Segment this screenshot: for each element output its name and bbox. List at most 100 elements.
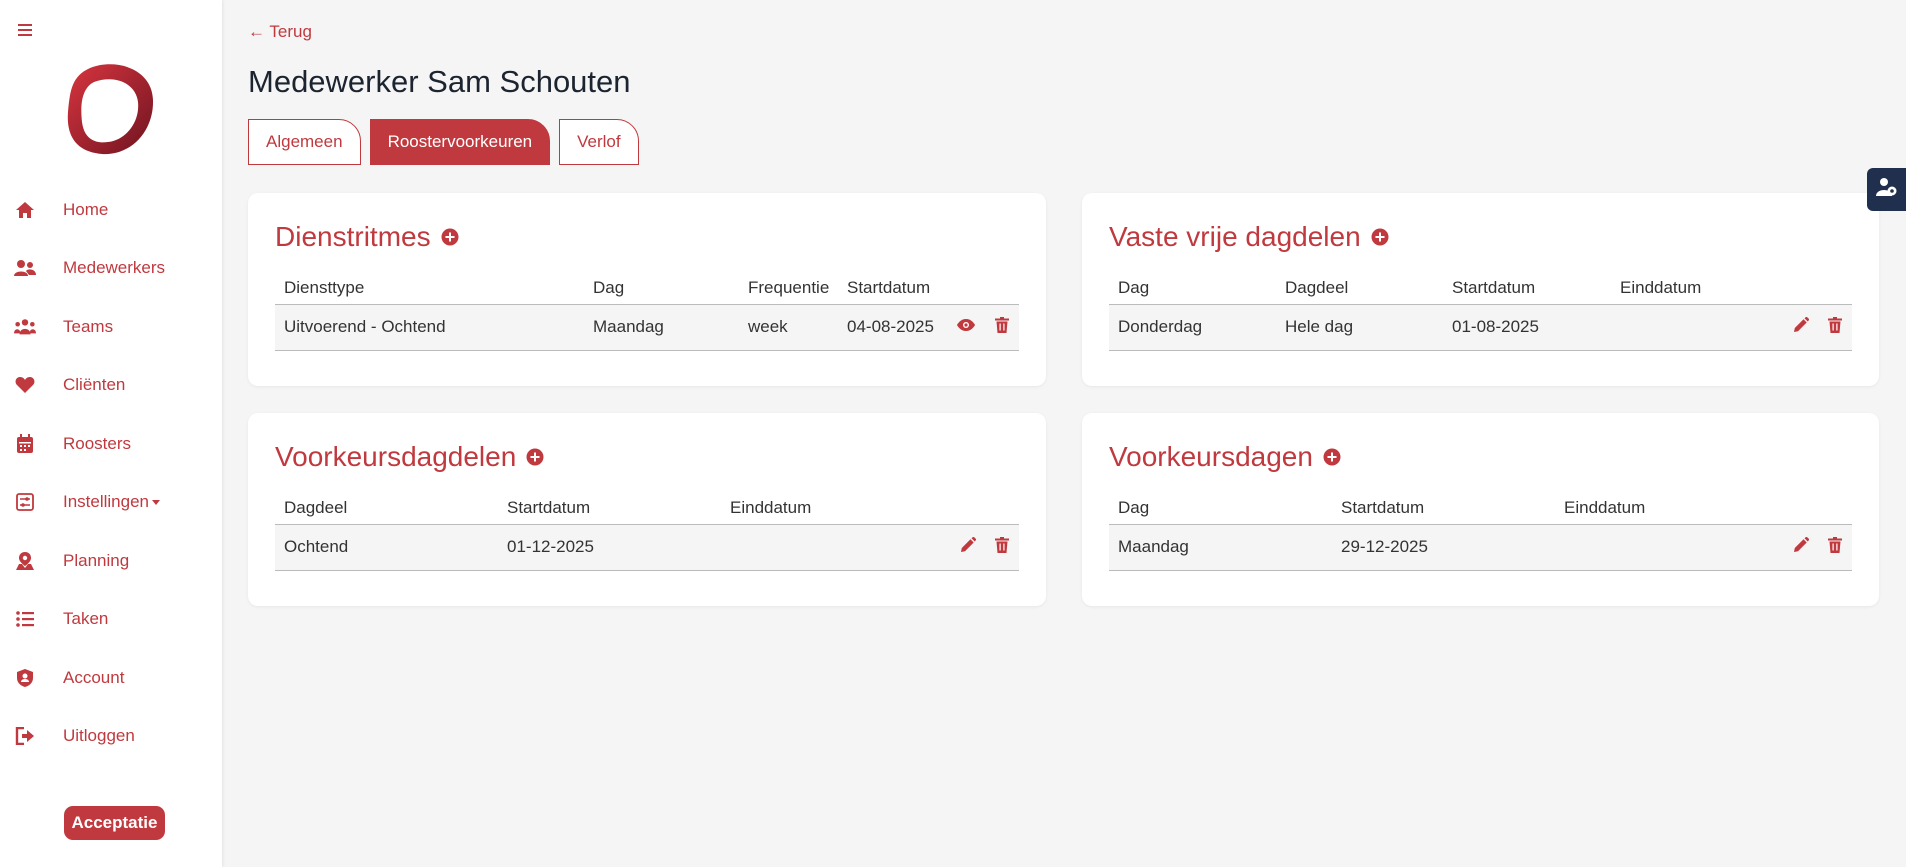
table-cell: 04-08-2025 bbox=[847, 317, 934, 336]
card-voorkeursdagen: Voorkeursdagen Dag Startdatum Einddatum … bbox=[1082, 413, 1879, 606]
row-actions bbox=[956, 317, 1009, 333]
sidebar-item-home[interactable]: Home bbox=[0, 188, 222, 232]
logout-icon bbox=[14, 725, 36, 747]
page-title: Medewerker Sam Schouten bbox=[248, 64, 631, 99]
table-header: Dag Dagdeel Startdatum Einddatum bbox=[1109, 273, 1852, 305]
sidebar-item-uitloggen[interactable]: Uitloggen bbox=[0, 714, 222, 758]
column-header: Dag bbox=[1118, 278, 1150, 297]
column-header: Startdatum bbox=[1341, 498, 1425, 517]
table-row: Donderdag Hele dag 01-08-2025 bbox=[1109, 305, 1852, 351]
pencil-icon[interactable] bbox=[1793, 537, 1809, 553]
add-circle-icon[interactable] bbox=[441, 228, 459, 246]
app-logo bbox=[60, 60, 160, 160]
sidebar-item-medewerkers[interactable]: Medewerkers bbox=[0, 246, 222, 290]
tab-bar: Algemeen Roostervoorkeuren Verlof bbox=[248, 119, 639, 165]
sidebar-item-clienten[interactable]: Cliënten bbox=[0, 363, 222, 407]
sidebar-item-label: Taken bbox=[63, 609, 109, 628]
map-pin-icon bbox=[14, 550, 36, 572]
sidebar-item-roosters[interactable]: Roosters bbox=[0, 422, 222, 466]
hamburger-menu-icon[interactable] bbox=[18, 24, 32, 36]
table-cell: Maandag bbox=[593, 317, 664, 336]
tab-verlof[interactable]: Verlof bbox=[559, 119, 639, 165]
column-header: Einddatum bbox=[1564, 498, 1646, 517]
table-cell: Maandag bbox=[1118, 537, 1189, 556]
sidebar-item-teams[interactable]: Teams bbox=[0, 305, 222, 349]
trash-icon[interactable] bbox=[995, 537, 1009, 553]
pencil-icon[interactable] bbox=[1793, 317, 1809, 333]
table-row: Ochtend 01-12-2025 bbox=[275, 525, 1019, 571]
column-header: Startdatum bbox=[507, 498, 591, 517]
column-header: Startdatum bbox=[847, 278, 931, 297]
sidebar-item-label: Medewerkers bbox=[63, 258, 166, 277]
user-settings-float-button[interactable] bbox=[1867, 168, 1906, 211]
table: Dag Dagdeel Startdatum Einddatum Donderd… bbox=[1109, 273, 1852, 351]
users-icon bbox=[14, 257, 36, 279]
table-cell: week bbox=[748, 317, 788, 336]
sidebar-item-label: Home bbox=[63, 200, 109, 219]
tab-roostervoorkeuren[interactable]: Roostervoorkeuren bbox=[369, 119, 551, 165]
tab-algemeen[interactable]: Algemeen bbox=[248, 119, 361, 165]
table-cell: 01-08-2025 bbox=[1452, 317, 1539, 336]
sidebar-item-instellingen[interactable]: Instellingen bbox=[0, 480, 222, 524]
table-row: Maandag 29-12-2025 bbox=[1109, 525, 1852, 571]
table-header: Diensttype Dag Frequentie Startdatum bbox=[275, 273, 1019, 305]
home-icon bbox=[14, 199, 36, 221]
row-actions bbox=[1793, 537, 1842, 553]
trash-icon[interactable] bbox=[1828, 537, 1842, 553]
table-header: Dagdeel Startdatum Einddatum bbox=[275, 493, 1019, 525]
table-cell: 29-12-2025 bbox=[1341, 537, 1428, 556]
column-header: Dag bbox=[593, 278, 625, 297]
row-actions bbox=[1793, 317, 1842, 333]
add-circle-icon[interactable] bbox=[1323, 448, 1341, 466]
back-link[interactable]: ← Terug bbox=[248, 22, 312, 42]
card-title: Voorkeursdagdelen bbox=[275, 441, 544, 473]
table-cell: Ochtend bbox=[284, 537, 349, 556]
table-cell: Hele dag bbox=[1285, 317, 1354, 336]
add-circle-icon[interactable] bbox=[1371, 228, 1389, 246]
table-cell: 01-12-2025 bbox=[507, 537, 594, 556]
sidebar-item-label: Teams bbox=[63, 317, 114, 336]
sidebar-item-label: Account bbox=[63, 668, 125, 687]
column-header: Dagdeel bbox=[1285, 278, 1349, 297]
pencil-icon[interactable] bbox=[960, 537, 976, 553]
sidebar-item-label: Cliënten bbox=[63, 375, 126, 394]
user-gear-icon bbox=[1875, 177, 1898, 202]
sidebar-item-label: Planning bbox=[63, 551, 130, 570]
user-shield-icon bbox=[14, 667, 36, 689]
column-header: Einddatum bbox=[730, 498, 812, 517]
card-title: Vaste vrije dagdelen bbox=[1109, 221, 1389, 253]
sidebar: Home Medewerkers Teams Cliënten Roosters… bbox=[0, 0, 222, 867]
caret-down-icon bbox=[152, 500, 161, 506]
table-cell: Uitvoerend - Ochtend bbox=[284, 317, 446, 336]
table-cell: Donderdag bbox=[1118, 317, 1203, 336]
sidebar-item-planning[interactable]: Planning bbox=[0, 539, 222, 583]
main-content: ← Terug Medewerker Sam Schouten Algemeen… bbox=[222, 0, 1906, 867]
card-title: Dienstritmes bbox=[275, 221, 459, 253]
add-circle-icon[interactable] bbox=[526, 448, 544, 466]
table: Diensttype Dag Frequentie Startdatum Uit… bbox=[275, 273, 1019, 351]
heart-icon bbox=[14, 374, 36, 396]
card-voorkeursdagdelen: Voorkeursdagdelen Dagdeel Startdatum Ein… bbox=[248, 413, 1046, 606]
column-header: Frequentie bbox=[748, 278, 830, 297]
team-icon bbox=[14, 316, 36, 338]
card-title: Voorkeursdagen bbox=[1109, 441, 1341, 473]
column-header: Startdatum bbox=[1452, 278, 1536, 297]
table: Dag Startdatum Einddatum Maandag 29-12-2… bbox=[1109, 493, 1852, 571]
eye-icon[interactable] bbox=[956, 317, 976, 333]
column-header: Einddatum bbox=[1620, 278, 1702, 297]
trash-icon[interactable] bbox=[995, 317, 1009, 333]
sidebar-item-label: Instellingen bbox=[63, 492, 161, 512]
column-header: Dagdeel bbox=[284, 498, 348, 517]
environment-badge: Acceptatie bbox=[64, 806, 165, 840]
row-actions bbox=[960, 537, 1009, 553]
list-icon bbox=[14, 608, 36, 630]
sidebar-item-label: Roosters bbox=[63, 434, 132, 453]
sidebar-item-taken[interactable]: Taken bbox=[0, 597, 222, 641]
sidebar-item-label: Uitloggen bbox=[63, 726, 135, 745]
calendar-icon bbox=[14, 433, 36, 455]
column-header: Dag bbox=[1118, 498, 1150, 517]
trash-icon[interactable] bbox=[1828, 317, 1842, 333]
column-header: Diensttype bbox=[284, 278, 365, 297]
sidebar-item-account[interactable]: Account bbox=[0, 656, 222, 700]
table-header: Dag Startdatum Einddatum bbox=[1109, 493, 1852, 525]
